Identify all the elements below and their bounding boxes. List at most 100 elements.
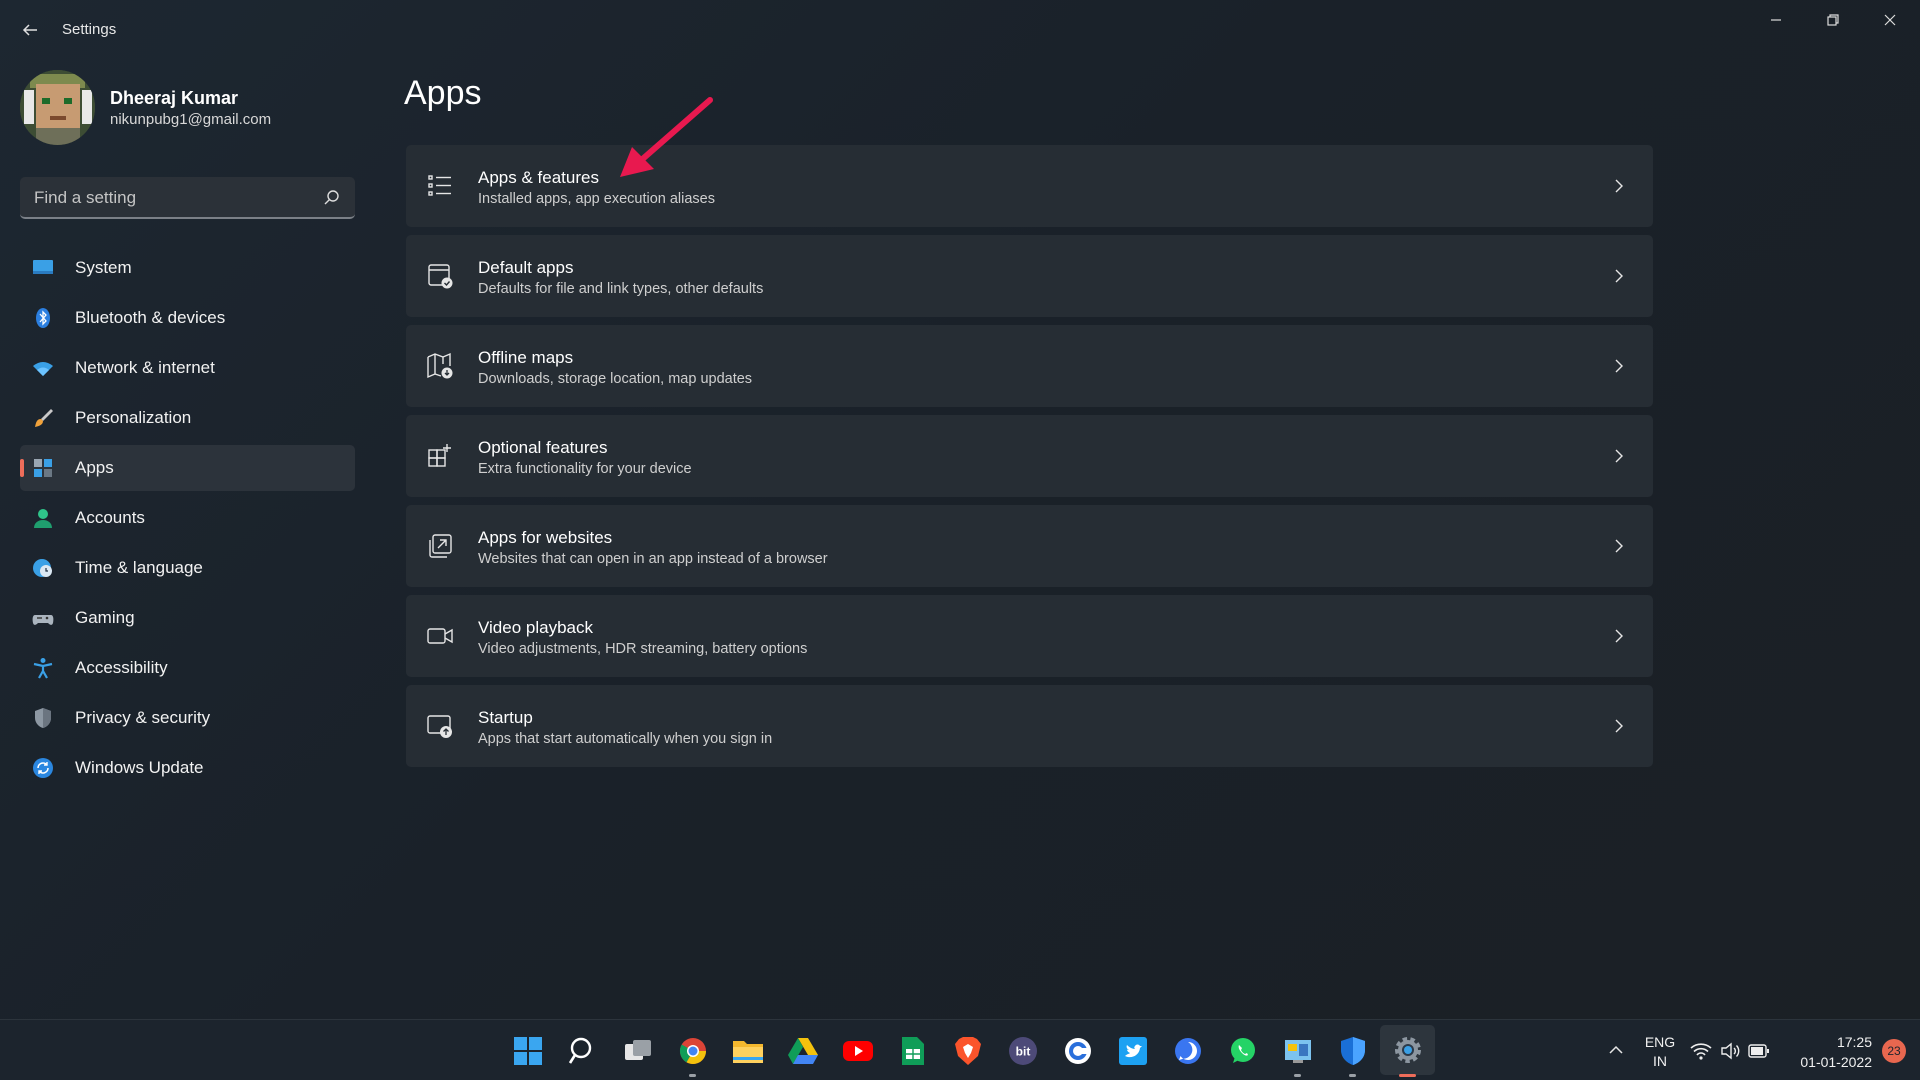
bluetooth-icon — [36, 308, 50, 328]
sidebar-item-label: Privacy & security — [75, 708, 211, 727]
taskbar-control-panel[interactable] — [1270, 1020, 1325, 1080]
control-panel-icon — [1284, 1039, 1311, 1063]
sidebar-item-label: System — [75, 258, 132, 277]
language-indicator[interactable]: ENG IN — [1640, 1033, 1680, 1071]
language-line-2: IN — [1653, 1053, 1667, 1069]
card-subtitle: Installed apps, app execution aliases — [478, 191, 715, 207]
wifi-icon — [33, 362, 53, 376]
sidebar-item-time-language[interactable]: Time & language — [20, 545, 355, 591]
taskbar-cortana[interactable] — [1050, 1020, 1105, 1080]
card-video-playback[interactable]: Video playback Video adjustments, HDR st… — [406, 595, 1653, 677]
list-icon — [428, 175, 451, 196]
taskbar-google-sheets[interactable] — [885, 1020, 940, 1080]
open-external-icon — [429, 534, 452, 558]
sidebar-item-privacy[interactable]: Privacy & security — [20, 695, 355, 741]
card-subtitle: Extra functionality for your device — [478, 461, 692, 477]
back-button[interactable] — [16, 16, 44, 44]
chevron-up-icon[interactable] — [1606, 1040, 1626, 1060]
search-icon — [568, 1037, 591, 1064]
chevron-right-icon — [1615, 719, 1623, 733]
card-subtitle: Apps that start automatically when you s… — [478, 731, 773, 747]
taskbar-google-drive[interactable] — [775, 1020, 830, 1080]
card-apps-features[interactable]: Apps & features Installed apps, app exec… — [406, 145, 1653, 227]
chevron-right-icon — [1615, 179, 1623, 193]
sidebar-item-personalization[interactable]: Personalization — [20, 395, 355, 441]
restore-button[interactable] — [1805, 0, 1861, 40]
google-drive-icon — [787, 1037, 818, 1064]
taskbar-brave[interactable] — [940, 1020, 995, 1080]
notification-badge[interactable]: 23 — [1882, 1039, 1906, 1063]
chevron-right-icon — [1615, 269, 1623, 283]
restore-icon — [1827, 14, 1839, 26]
sidebar-item-label: Personalization — [75, 408, 192, 427]
card-startup[interactable]: Startup Apps that start automatically wh… — [406, 685, 1653, 767]
card-title: Offline maps — [478, 348, 574, 367]
profile-name: Dheeraj Kumar — [110, 88, 239, 108]
user-profile[interactable]: Dheeraj Kumar nikunpubg1@gmail.com — [20, 70, 360, 146]
window-title: Settings — [62, 21, 117, 38]
card-default-apps[interactable]: Default apps Defaults for file and link … — [406, 235, 1653, 317]
profile-email: nikunpubg1@gmail.com — [110, 111, 272, 128]
minimize-button[interactable] — [1748, 0, 1804, 40]
taskbar-youtube[interactable] — [830, 1020, 885, 1080]
clock-date: 01-01-2022 — [1800, 1054, 1872, 1070]
brush-icon — [35, 409, 53, 427]
clock[interactable]: 17:25 01-01-2022 — [1782, 1032, 1872, 1072]
sidebar-item-accounts[interactable]: Accounts — [20, 495, 355, 541]
volume-icon — [1721, 1042, 1740, 1060]
bit-icon: bit — [1008, 1036, 1037, 1065]
video-camera-icon — [427, 628, 453, 644]
taskbar-twitter[interactable] — [1105, 1020, 1160, 1080]
taskbar-signal[interactable] — [1160, 1020, 1215, 1080]
chevron-right-icon — [1615, 449, 1623, 463]
update-icon — [33, 758, 53, 778]
title-bar: Settings — [0, 0, 1920, 60]
taskbar-search[interactable] — [555, 1020, 610, 1080]
monitor-icon — [33, 260, 53, 274]
card-title: Startup — [478, 708, 533, 727]
sidebar-item-accessibility[interactable]: Accessibility — [20, 645, 355, 691]
chevron-right-icon — [1615, 539, 1623, 553]
taskbar-start[interactable] — [500, 1020, 555, 1080]
sidebar-item-label: Bluetooth & devices — [75, 308, 226, 327]
taskbar-chrome[interactable] — [665, 1020, 720, 1080]
sidebar-item-windows-update[interactable]: Windows Update — [20, 745, 355, 791]
taskbar-settings[interactable] — [1380, 1025, 1435, 1077]
search-input[interactable]: Find a setting — [20, 177, 355, 219]
taskbar-defender[interactable] — [1325, 1020, 1380, 1080]
svg-text:bit: bit — [1015, 1044, 1030, 1058]
card-offline-maps[interactable]: Offline maps Downloads, storage location… — [406, 325, 1653, 407]
taskbar-whatsapp[interactable] — [1215, 1020, 1270, 1080]
card-apps-for-websites[interactable]: Apps for websites Websites that can open… — [406, 505, 1653, 587]
globe-clock-icon — [33, 559, 52, 577]
apps-icon — [34, 459, 52, 477]
close-button[interactable] — [1862, 0, 1918, 40]
sidebar-item-gaming[interactable]: Gaming — [20, 595, 355, 641]
quick-settings[interactable] — [1690, 1040, 1770, 1062]
settings-cards: Apps & features Installed apps, app exec… — [406, 145, 1653, 775]
settings-window: Settings Dheeraj Kumar nikunpubg1@gmail.… — [0, 0, 1920, 1019]
search-placeholder: Find a setting — [34, 188, 137, 207]
sidebar-item-system[interactable]: System — [20, 245, 355, 291]
taskbar-apps: bit — [500, 1020, 1435, 1080]
avatar — [20, 70, 95, 145]
taskbar-task-view[interactable] — [610, 1020, 665, 1080]
card-title: Default apps — [478, 258, 574, 277]
taskbar: bit ENG IN 17:25 01-01-2022 23 — [0, 1019, 1920, 1080]
card-subtitle: Websites that can open in an app instead… — [478, 551, 828, 567]
youtube-icon — [842, 1040, 873, 1061]
sidebar-item-label: Windows Update — [75, 758, 204, 777]
search-icon[interactable] — [323, 188, 341, 206]
sidebar-item-apps[interactable]: Apps — [20, 445, 355, 491]
taskbar-bit[interactable]: bit — [995, 1020, 1050, 1080]
clock-time: 17:25 — [1836, 1034, 1872, 1050]
brave-icon — [954, 1036, 981, 1065]
sidebar-item-label: Accounts — [75, 508, 145, 527]
sidebar-item-bluetooth[interactable]: Bluetooth & devices — [20, 295, 355, 341]
sidebar-item-network[interactable]: Network & internet — [20, 345, 355, 391]
file-explorer-icon — [732, 1040, 763, 1063]
card-optional-features[interactable]: Optional features Extra functionality fo… — [406, 415, 1653, 497]
taskbar-file-explorer[interactable] — [720, 1020, 775, 1080]
chevron-right-icon — [1615, 359, 1623, 373]
map-icon — [427, 352, 453, 379]
